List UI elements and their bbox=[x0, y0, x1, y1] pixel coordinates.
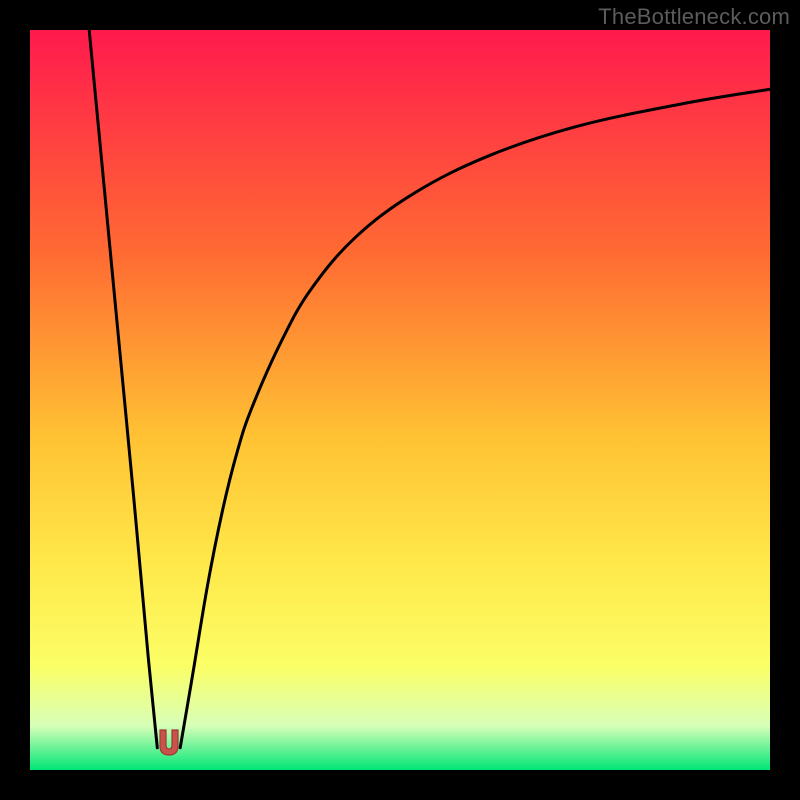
watermark-text: TheBottleneck.com bbox=[598, 4, 790, 30]
plot-area bbox=[30, 30, 770, 770]
minimum-marker-icon bbox=[154, 728, 184, 758]
bottleneck-curve bbox=[30, 30, 770, 770]
chart-frame: TheBottleneck.com bbox=[0, 0, 800, 800]
